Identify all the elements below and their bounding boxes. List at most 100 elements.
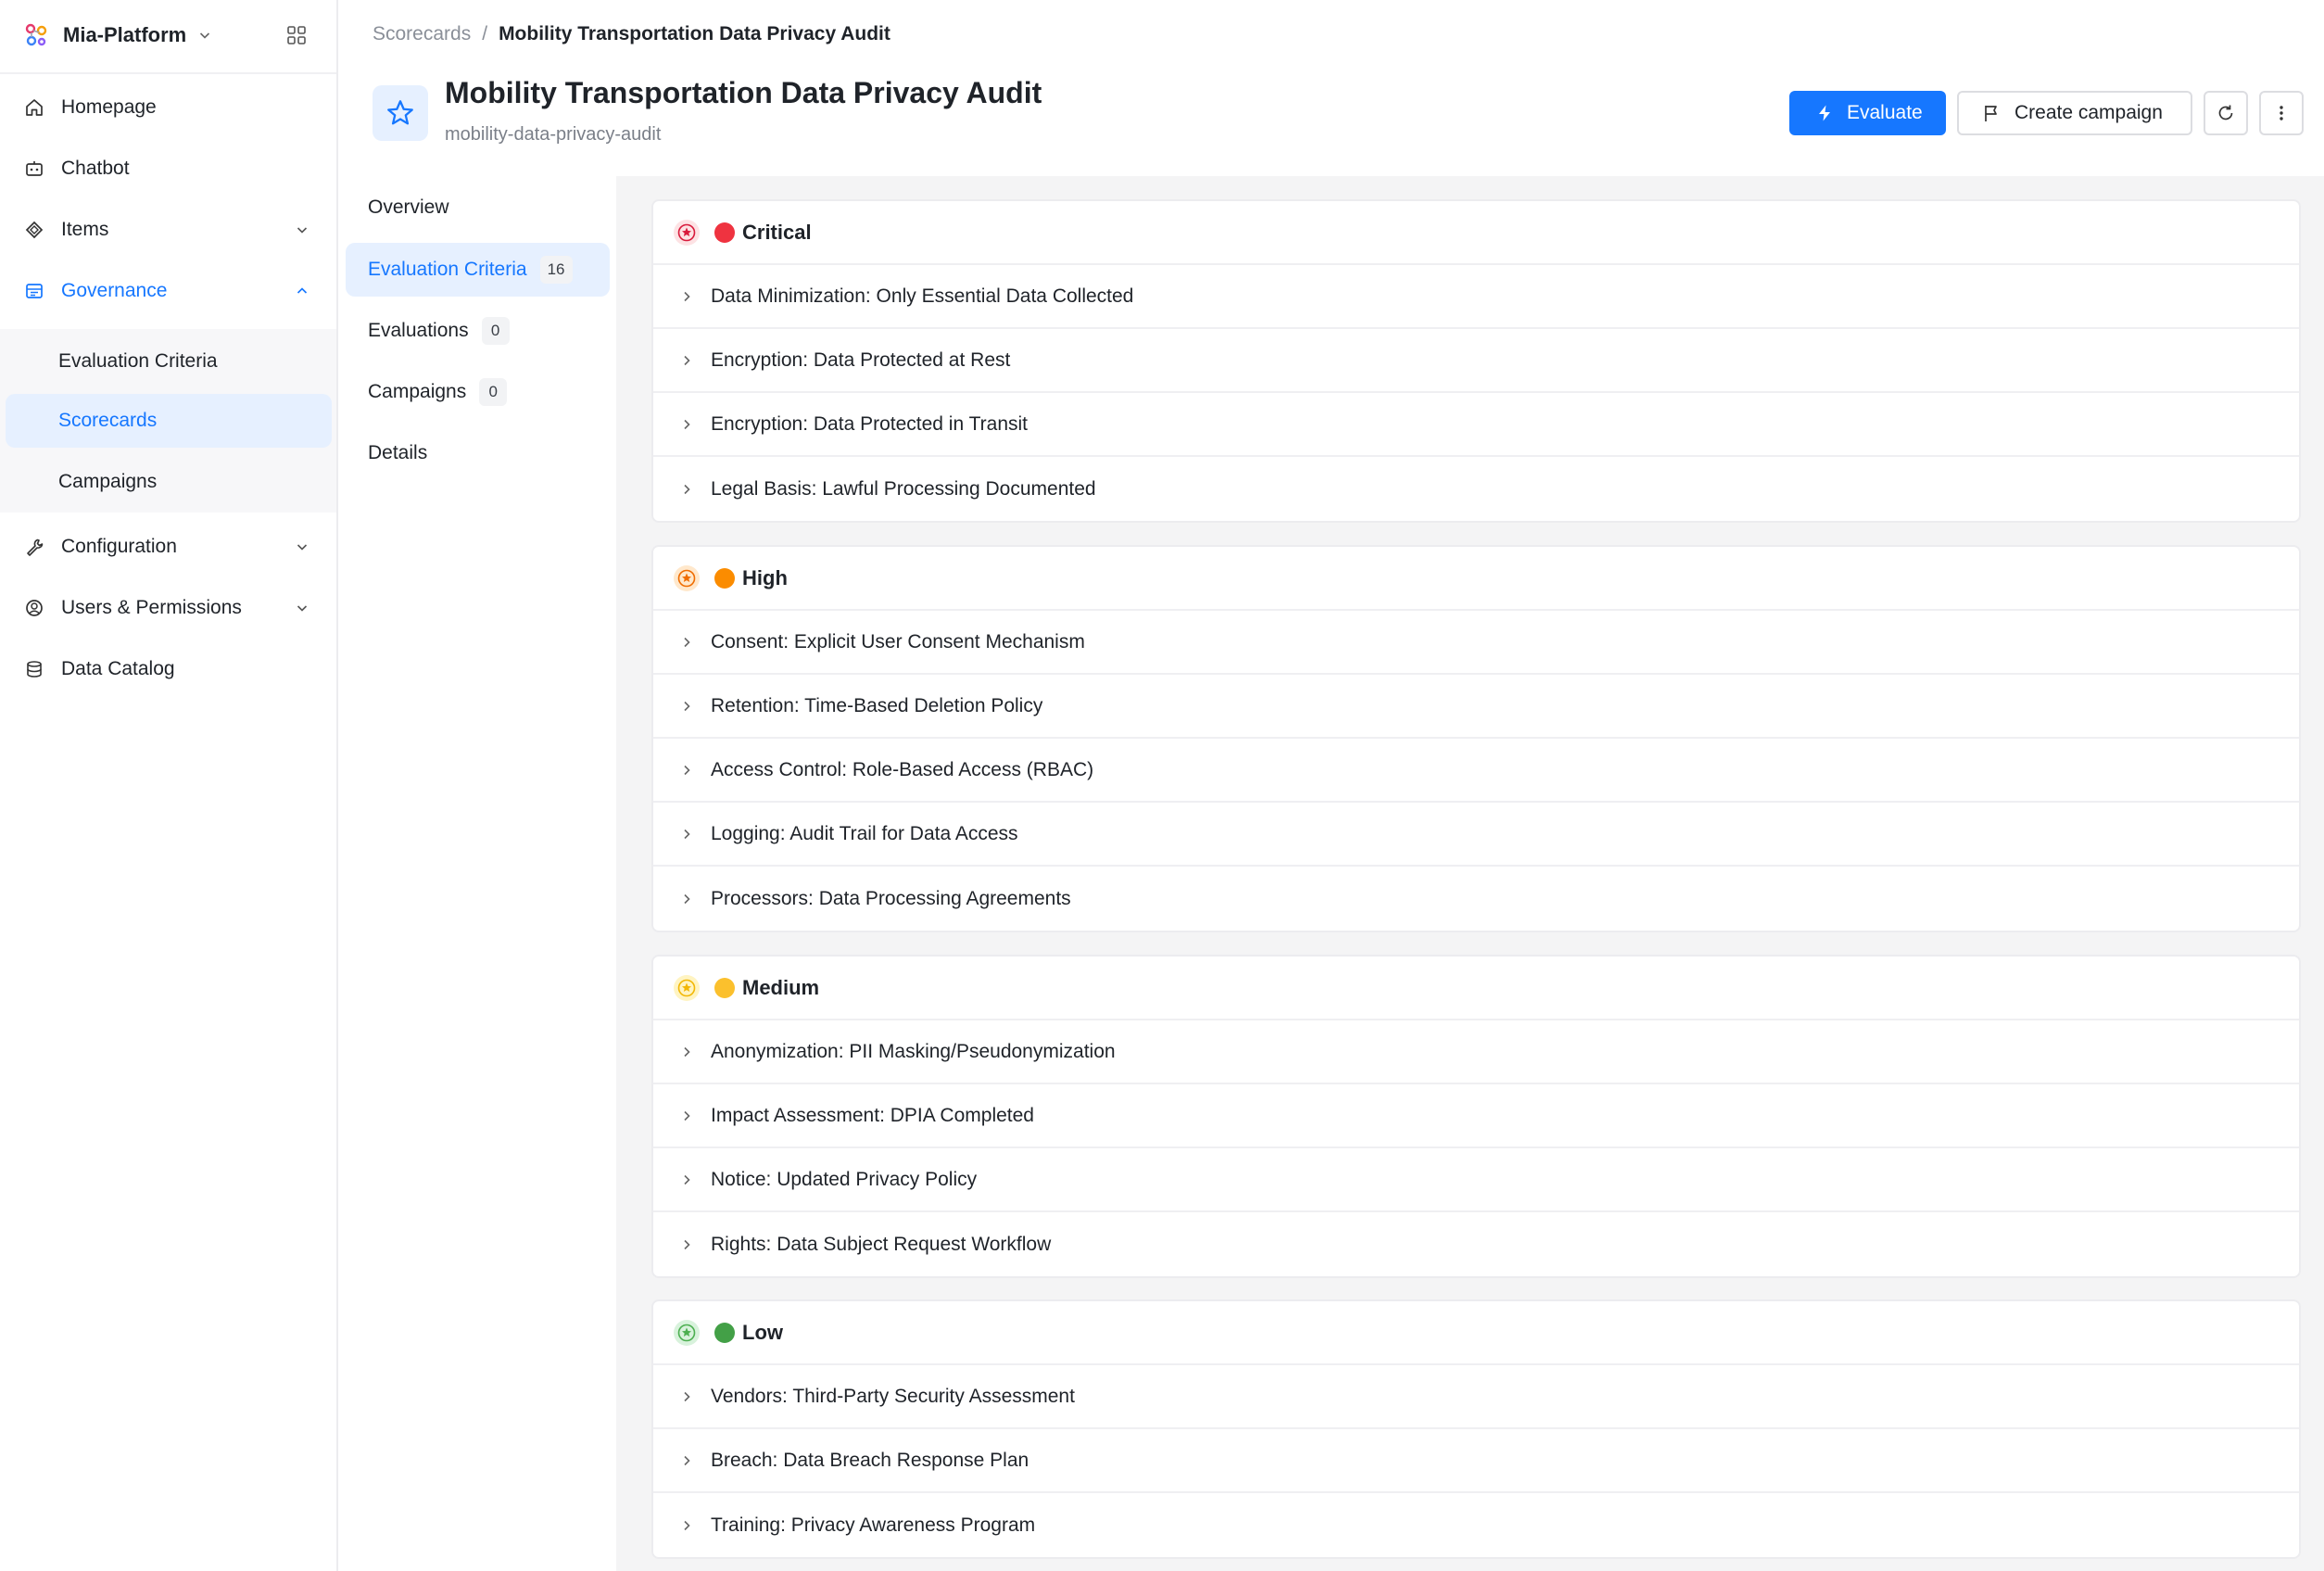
more-vertical-icon [2280, 106, 2283, 120]
sidebar-item-scorecards[interactable]: Scorecards [6, 394, 332, 448]
sidebar-item-evaluation-criteria[interactable]: Evaluation Criteria [6, 335, 332, 388]
severity-header: Low [653, 1301, 2299, 1365]
criterion-name: Rights: Data Subject Request Workflow [711, 1233, 1052, 1255]
chevron-down-icon [297, 227, 308, 234]
tab-label: Details [368, 442, 428, 463]
chevron-right-icon [684, 1174, 690, 1185]
criterion-row[interactable]: Notice: Updated Privacy Policy [653, 1148, 2299, 1212]
sidebar-item-label: Users & Permissions [61, 597, 242, 618]
medium-star-icon [674, 974, 700, 1001]
criterion-name: Legal Basis: Lawful Processing Documente… [711, 477, 1096, 500]
criterion-name: Retention: Time-Based Deletion Policy [711, 694, 1043, 716]
home-icon [26, 99, 43, 116]
criterion-row[interactable]: Processors: Data Processing Agreements [653, 867, 2299, 931]
sidebar-item-label: Items [61, 219, 109, 240]
chevron-right-icon [684, 484, 690, 494]
criterion-row[interactable]: Rights: Data Subject Request Workflow [653, 1212, 2299, 1276]
governance-icon [26, 284, 43, 298]
criterion-name: Vendors: Third-Party Security Assessment [711, 1385, 1075, 1407]
sidebar-divider [0, 72, 336, 74]
criterion-row[interactable]: Impact Assessment: DPIA Completed [653, 1084, 2299, 1148]
criterion-row[interactable]: Training: Privacy Awareness Program [653, 1493, 2299, 1557]
criterion-name: Impact Assessment: DPIA Completed [711, 1104, 1034, 1126]
tab-campaigns[interactable]: Campaigns 0 [346, 365, 610, 419]
items-icon [25, 221, 44, 239]
criterion-name: Processors: Data Processing Agreements [711, 887, 1071, 909]
criterion-row[interactable]: Breach: Data Breach Response Plan [653, 1429, 2299, 1493]
sidebar: Mia-Platform Homepage Chatbot Items Gove… [0, 0, 338, 1571]
create-campaign-button[interactable]: Create campaign [1957, 91, 2192, 135]
mia-platform-logo [25, 23, 47, 46]
criterion-name: Logging: Audit Trail for Data Access [711, 822, 1018, 844]
sidebar-item-label: Configuration [61, 536, 177, 557]
chevron-right-icon [684, 419, 690, 429]
refresh-button[interactable] [2204, 91, 2248, 135]
tab-details[interactable]: Details [346, 426, 610, 480]
evaluate-button[interactable]: Evaluate [1789, 91, 1946, 135]
chevron-right-icon [684, 355, 690, 365]
criterion-row[interactable]: Access Control: Role-Based Access (RBAC) [653, 739, 2299, 803]
criterion-name: Training: Privacy Awareness Program [711, 1514, 1036, 1536]
count-badge: 0 [481, 317, 510, 345]
tab-evaluation-criteria[interactable]: Evaluation Criteria 16 [346, 243, 610, 297]
criterion-row[interactable]: Retention: Time-Based Deletion Policy [653, 675, 2299, 739]
criterion-row[interactable]: Logging: Audit Trail for Data Access [653, 803, 2299, 867]
sidebar-item-data-catalog[interactable]: Data Catalog [6, 642, 332, 696]
severity-label: Critical [742, 220, 812, 244]
breadcrumb-scorecards-link[interactable]: Scorecards [373, 23, 471, 45]
chevron-right-icon [684, 829, 690, 839]
severity-group-medium: Medium Anonymization: PII Masking/Pseudo… [651, 955, 2301, 1278]
database-icon [27, 661, 42, 678]
chevron-right-icon [684, 893, 690, 904]
governance-submenu: Evaluation Criteria Scorecards Campaigns [0, 329, 336, 513]
sidebar-item-homepage[interactable]: Homepage [6, 81, 332, 134]
breadcrumb-separator: / [482, 23, 488, 44]
criterion-name: Encryption: Data Protected in Transit [711, 412, 1028, 435]
severity-group-high: High Consent: Explicit User Consent Mech… [651, 545, 2301, 932]
criterion-row[interactable]: Legal Basis: Lawful Processing Documente… [653, 457, 2299, 521]
scorecard-tabs: Overview Evaluation Criteria 16 Evaluati… [338, 176, 616, 1571]
breadcrumb-current: Mobility Transportation Data Privacy Aud… [499, 23, 890, 44]
chevron-down-icon [297, 544, 308, 551]
criterion-row[interactable]: Encryption: Data Protected at Rest [653, 329, 2299, 393]
count-badge: 16 [539, 256, 573, 284]
sidebar-item-users-permissions[interactable]: Users & Permissions [6, 581, 332, 635]
scorecard-icon-badge [373, 85, 428, 141]
severity-label: High [742, 565, 788, 589]
star-icon [387, 100, 413, 125]
chevron-down-icon [200, 32, 210, 39]
criterion-name: Encryption: Data Protected at Rest [711, 348, 1011, 371]
tab-evaluations[interactable]: Evaluations 0 [346, 304, 610, 358]
low-dot-icon [714, 1322, 735, 1343]
severity-label: Medium [742, 975, 820, 999]
sidebar-item-label: Governance [61, 280, 168, 301]
app-root: Mia-Platform Homepage Chatbot Items Gove… [0, 0, 2324, 1571]
app-grid-icon[interactable] [285, 24, 308, 46]
more-actions-button[interactable] [2259, 91, 2304, 135]
sidebar-item-chatbot[interactable]: Chatbot [6, 142, 332, 196]
sidebar-item-governance[interactable]: Governance [6, 264, 332, 318]
chevron-right-icon [684, 765, 690, 775]
chevron-right-icon [684, 1391, 690, 1401]
sidebar-item-configuration[interactable]: Configuration [6, 520, 332, 574]
sidebar-item-label: Chatbot [61, 158, 130, 179]
critical-dot-icon [714, 222, 735, 243]
workspace-switcher[interactable]: Mia-Platform [22, 19, 319, 52]
criterion-row[interactable]: Data Minimization: Only Essential Data C… [653, 265, 2299, 329]
workspace-name: Mia-Platform [63, 23, 187, 46]
criterion-row[interactable]: Vendors: Third-Party Security Assessment [653, 1365, 2299, 1429]
tab-overview[interactable]: Overview [346, 181, 610, 234]
criterion-name: Data Minimization: Only Essential Data C… [711, 285, 1134, 307]
create-campaign-button-label: Create campaign [2015, 102, 2163, 123]
high-dot-icon [714, 567, 735, 589]
severity-header: Medium [653, 957, 2299, 1020]
criterion-name: Access Control: Role-Based Access (RBAC) [711, 758, 1094, 780]
criterion-row[interactable]: Encryption: Data Protected in Transit [653, 393, 2299, 457]
criterion-row[interactable]: Consent: Explicit User Consent Mechanism [653, 611, 2299, 675]
sidebar-item-campaigns[interactable]: Campaigns [6, 455, 332, 509]
criterion-name: Consent: Explicit User Consent Mechanism [711, 630, 1085, 652]
severity-group-low: Low Vendors: Third-Party Security Assess… [651, 1299, 2301, 1559]
count-badge: 0 [479, 378, 508, 406]
criterion-row[interactable]: Anonymization: PII Masking/Pseudonymizat… [653, 1020, 2299, 1084]
sidebar-item-items[interactable]: Items [6, 203, 332, 257]
